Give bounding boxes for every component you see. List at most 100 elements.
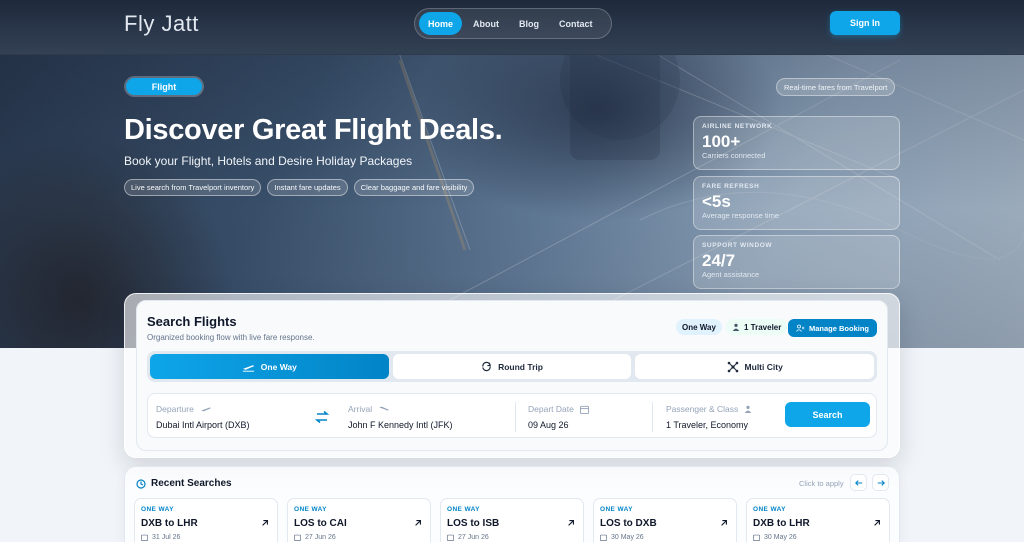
departure-field[interactable]: Departure Dubai Intl Airport (DXB)	[156, 394, 306, 439]
plane-departure-icon	[201, 407, 211, 412]
arrival-label: Arrival	[348, 404, 390, 414]
recent-route: LOS to DXB	[600, 518, 657, 529]
recent-search-card[interactable]: ONE WAY LOS to ISB 27 Jun 26	[440, 498, 584, 542]
recent-trip-type: ONE WAY	[447, 506, 480, 513]
swap-icon	[314, 410, 330, 424]
arrow-up-right-icon	[874, 520, 880, 526]
calendar-icon	[447, 534, 454, 541]
navbar: Fly Jatt Home About Blog Contact Sign In	[0, 0, 1024, 55]
stat-card-airline-network: AIRLINE NETWORK 100+ Carriers connected	[693, 116, 900, 170]
recent-searches-title: Recent Searches	[151, 478, 232, 489]
feature-chips: Live search from Travelport inventory In…	[124, 179, 475, 196]
manage-booking-button[interactable]: Manage Booking	[788, 319, 877, 337]
arrival-label-text: Arrival	[348, 404, 373, 414]
recent-date: 27 Jun 26	[294, 534, 424, 541]
divider	[652, 402, 653, 432]
recent-route: DXB to LHR	[753, 518, 810, 529]
stat-description: Agent assistance	[702, 270, 760, 279]
recent-route: DXB to LHR	[141, 518, 198, 529]
tab-round-trip[interactable]: Round Trip	[392, 354, 632, 379]
calendar-icon	[141, 534, 148, 541]
feature-chip: Instant fare updates	[267, 179, 348, 196]
calendar-icon	[600, 534, 607, 541]
recent-trip-type: ONE WAY	[600, 506, 633, 513]
search-fields: Departure Dubai Intl Airport (DXB) Arriv…	[147, 393, 877, 438]
recent-search-card[interactable]: ONE WAY DXB to LHR 31 Jul 26	[134, 498, 278, 542]
passenger-class-label-text: Passenger & Class	[666, 404, 739, 414]
nav-item-contact[interactable]: Contact	[550, 12, 602, 35]
flight-chip-label: Flight	[126, 78, 202, 95]
stat-label: SUPPORT WINDOW	[702, 242, 773, 249]
tab-multi-city[interactable]: Multi City	[635, 354, 875, 379]
users-icon	[796, 324, 805, 332]
depart-date-label-text: Depart Date	[528, 404, 574, 414]
calendar-icon	[753, 534, 760, 541]
stat-description: Average response time	[702, 211, 779, 220]
history-icon	[136, 478, 146, 489]
stat-card-support-window: SUPPORT WINDOW 24/7 Agent assistance	[693, 235, 900, 289]
nav-item-about[interactable]: About	[464, 12, 508, 35]
recent-search-card[interactable]: ONE WAY LOS to DXB 30 May 26	[593, 498, 737, 542]
nav-item-home[interactable]: Home	[419, 12, 463, 35]
tab-multi-city-label: Multi City	[744, 361, 783, 372]
multi-city-icon	[727, 361, 738, 372]
depart-date-field[interactable]: Depart Date 09 Aug 26	[528, 394, 648, 439]
stat-label: AIRLINE NETWORK	[702, 123, 773, 130]
stat-value: 24/7	[702, 251, 736, 270]
person-icon	[732, 323, 740, 331]
tab-one-way[interactable]: One Way	[150, 354, 389, 379]
traveler-badge: 1 Traveler	[726, 319, 788, 335]
arrow-left-icon	[854, 479, 862, 486]
sign-in-button[interactable]: Sign In	[830, 11, 900, 35]
trip-type-tabs: One Way Round Trip Multi City	[147, 351, 877, 382]
arrow-up-right-icon	[568, 520, 574, 526]
stat-description: Carriers connected	[702, 151, 766, 160]
traveler-badge-label: 1 Traveler	[744, 322, 782, 332]
recent-search-card[interactable]: ONE WAY DXB to LHR 30 May 26	[746, 498, 890, 542]
recent-trip-type: ONE WAY	[294, 506, 327, 513]
depart-date-value: 09 Aug 26	[528, 420, 569, 430]
departure-label: Departure	[156, 404, 212, 414]
round-trip-icon	[482, 361, 492, 372]
recent-searches-heading: Recent Searches	[136, 478, 232, 489]
feature-chip: Clear baggage and fare visibility	[353, 179, 475, 196]
stat-card-fare-refresh: FARE REFRESH <5s Average response time	[693, 176, 900, 230]
passenger-class-field[interactable]: Passenger & Class 1 Traveler, Economy	[666, 394, 776, 439]
swap-airports-button[interactable]	[314, 409, 330, 425]
arrow-up-right-icon	[415, 520, 421, 526]
depart-date-label: Depart Date	[528, 404, 589, 414]
arrow-up-right-icon	[721, 520, 727, 526]
scroll-right-button[interactable]	[872, 474, 889, 491]
recent-date-text: 30 May 26	[611, 534, 644, 541]
arrow-up-right-icon	[262, 520, 268, 526]
brand-logo[interactable]: Fly Jatt	[124, 11, 199, 37]
calendar-icon	[579, 405, 589, 414]
departure-label-text: Departure	[156, 404, 194, 414]
search-button[interactable]: Search	[785, 402, 870, 427]
person-icon	[745, 405, 752, 413]
stat-label: FARE REFRESH	[702, 183, 760, 190]
click-to-apply-hint: Click to apply	[799, 479, 844, 488]
realtime-badge: Real-time fares from Travelport	[776, 78, 896, 96]
passenger-class-label: Passenger & Class	[666, 404, 752, 414]
stat-value: 100+	[702, 132, 741, 151]
arrow-right-icon	[877, 479, 885, 486]
departure-value: Dubai Intl Airport (DXB)	[156, 420, 250, 430]
recent-date: 30 May 26	[600, 534, 730, 541]
plane-takeoff-icon	[242, 364, 254, 372]
recent-date-text: 27 Jun 26	[305, 534, 336, 541]
recent-search-card[interactable]: ONE WAY LOS to CAI 27 Jun 26	[287, 498, 431, 542]
nav-item-blog[interactable]: Blog	[510, 12, 548, 35]
hero-subtitle: Book your Flight, Hotels and Desire Holi…	[124, 154, 413, 168]
arrival-field[interactable]: Arrival John F Kennedy Intl (JFK)	[348, 394, 508, 439]
hero-title: Discover Great Flight Deals.	[124, 114, 503, 146]
trip-type-badge: One Way	[676, 319, 722, 335]
nav-menu: Home About Blog Contact	[414, 8, 612, 39]
tab-round-trip-label: Round Trip	[498, 361, 543, 372]
recent-date: 27 Jun 26	[447, 534, 577, 541]
flight-tab-chip[interactable]: Flight	[124, 76, 204, 97]
divider	[515, 402, 516, 432]
scroll-left-button[interactable]	[850, 474, 867, 491]
recent-trip-type: ONE WAY	[753, 506, 786, 513]
manage-booking-label: Manage Booking	[808, 323, 869, 333]
